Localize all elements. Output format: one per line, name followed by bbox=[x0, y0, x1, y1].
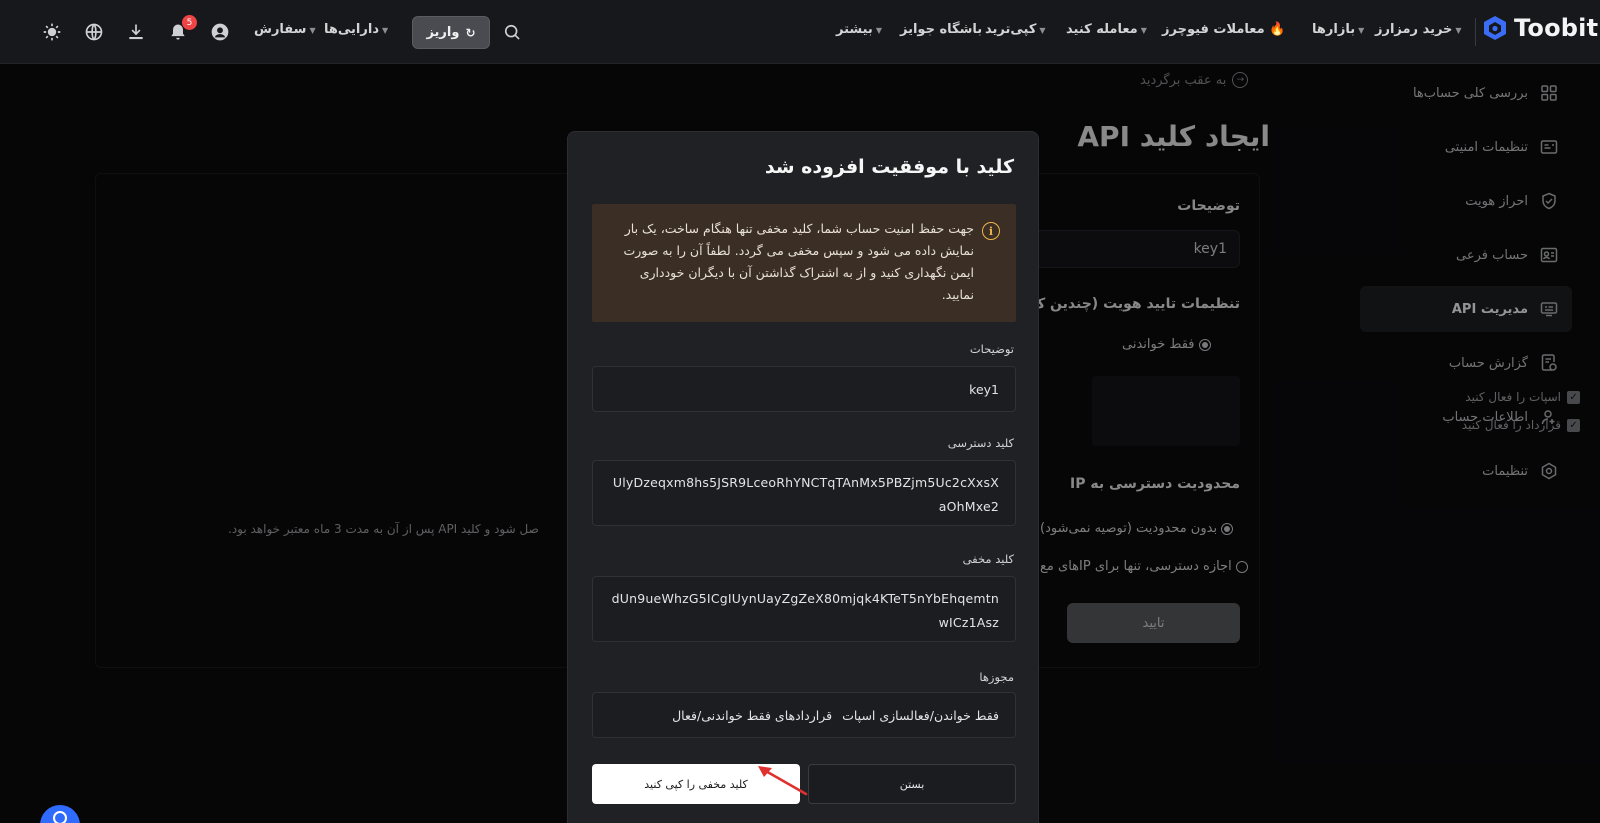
nav-divider bbox=[1475, 18, 1476, 46]
security-warning-box: i جهت حفظ امنیت حساب شما، کلید مخفی تنها… bbox=[592, 204, 1016, 322]
download-icon[interactable] bbox=[124, 20, 148, 44]
security-warning-text: جهت حفظ امنیت حساب شما، کلید مخفی تنها ه… bbox=[623, 221, 974, 302]
access-key-field[interactable]: UlyDzeqxm8hs5JSR9LceoRhYNCTqTAnMx5PBZjm5… bbox=[592, 460, 1016, 526]
notification-bell-icon[interactable]: 5 bbox=[166, 15, 197, 44]
modal-description-field[interactable]: key1 bbox=[592, 366, 1016, 412]
modal-description-label: توضیحات bbox=[969, 342, 1014, 356]
deposit-button[interactable]: ↻ واریز bbox=[412, 16, 490, 49]
close-button[interactable]: بستن bbox=[808, 764, 1016, 804]
nav-futures[interactable]: 🔥 معاملات فیوچرز bbox=[1162, 22, 1285, 37]
deposit-refresh-icon: ↻ bbox=[465, 25, 476, 40]
nav-more[interactable]: ▼بیشتر bbox=[836, 22, 882, 37]
nav-assets[interactable]: ▼دارایی‌ها bbox=[324, 22, 388, 37]
permission-tag: قراردادهای فقط خواندنی/فعال bbox=[672, 707, 833, 723]
globe-icon[interactable] bbox=[82, 20, 106, 44]
user-avatar-icon[interactable] bbox=[208, 20, 232, 44]
theme-sun-icon[interactable] bbox=[40, 20, 64, 44]
nav-buy-crypto[interactable]: ▼خرید رمزارز bbox=[1375, 22, 1462, 37]
annotation-arrow-icon bbox=[758, 766, 808, 796]
help-icon bbox=[53, 811, 67, 823]
nav-trade[interactable]: ▼معامله کنید bbox=[1066, 22, 1147, 37]
modal-title: کلید با موفقیت افزوده شد bbox=[764, 156, 1014, 178]
fire-icon: 🔥 bbox=[1269, 22, 1286, 37]
nav-copy-trade[interactable]: ▼کپی‌ترید bbox=[985, 22, 1046, 37]
top-navigation-bar: 5 ▼سفارش ▼دارایی‌ها ↻ واریز ▼بیشتر باشگا… bbox=[0, 0, 1600, 64]
info-warning-icon: i bbox=[982, 222, 1000, 240]
permissions-label: مجوزها bbox=[979, 670, 1014, 684]
nav-rewards-club[interactable]: باشگاه جوایز bbox=[900, 22, 982, 37]
nav-orders[interactable]: ▼سفارش bbox=[254, 22, 316, 37]
search-icon[interactable] bbox=[500, 20, 524, 44]
toobit-logo-icon bbox=[1484, 16, 1506, 40]
secret-key-label: کلید مخفی bbox=[962, 552, 1014, 566]
secret-key-field[interactable]: dUn9ueWhzG5ICgIUynUayZgZeX80mjqk4KTeT5nY… bbox=[592, 576, 1016, 642]
brand-logo[interactable]: Toobit bbox=[1482, 14, 1598, 42]
nav-markets[interactable]: ▼بازارها bbox=[1312, 22, 1364, 37]
api-key-created-modal: کلید با موفقیت افزوده شد i جهت حفظ امنیت… bbox=[567, 131, 1039, 823]
notification-count-badge: 5 bbox=[182, 15, 197, 30]
access-key-label: کلید دسترسی bbox=[947, 436, 1014, 450]
permission-tag: فقط خواندن/فعالسازی اسپات bbox=[842, 707, 999, 723]
permissions-field: فقط خواندن/فعالسازی اسپات قراردادهای فقط… bbox=[592, 692, 1016, 738]
